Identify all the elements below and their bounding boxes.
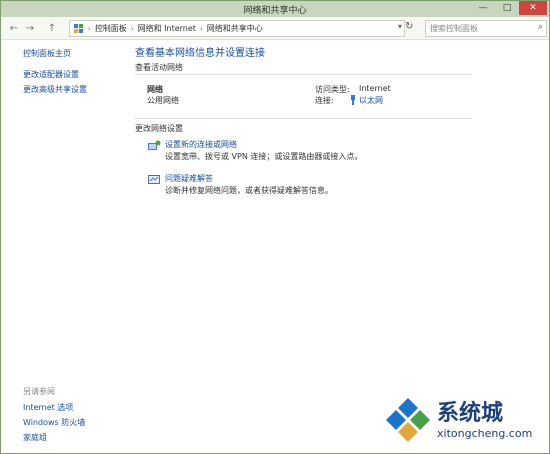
ethernet-link[interactable]: 以太网 bbox=[359, 95, 383, 106]
window-title: 网络和共享中心 bbox=[243, 6, 307, 16]
control-panel-icon bbox=[74, 23, 83, 33]
search-input[interactable]: 搜索控制面板 ⌕ bbox=[425, 20, 547, 37]
network-sharing-window: 网络和共享中心 — □ ✕ ← → ↑ › 控制面板 › 网络和 Interne… bbox=[0, 0, 550, 454]
maximize-button[interactable]: □ bbox=[495, 1, 519, 15]
sidebar-link-advanced-sharing[interactable]: 更改高级共享设置 bbox=[23, 84, 87, 95]
troubleshoot-icon bbox=[148, 175, 160, 184]
setup-connection-desc: 设置宽带、拨号或 VPN 连接；或设置路由器或接入点。 bbox=[165, 152, 363, 161]
watermark-url: xitongcheng.com bbox=[437, 427, 533, 440]
search-icon[interactable]: ⌕ bbox=[538, 22, 543, 32]
search-placeholder: 搜索控制面板 bbox=[430, 24, 478, 33]
divider bbox=[135, 74, 471, 75]
troubleshoot-link[interactable]: 问题疑难解答 bbox=[165, 173, 213, 184]
troubleshoot-desc: 诊断并修复网络问题，或者获得疑难解答信息。 bbox=[165, 186, 333, 195]
sidebar-link-adapter[interactable]: 更改适配器设置 bbox=[23, 69, 79, 80]
see-also-firewall[interactable]: Windows 防火墙 bbox=[23, 417, 85, 428]
network-type[interactable]: 公用网络 bbox=[147, 95, 179, 106]
sidebar-link-home[interactable]: 控制面板主页 bbox=[23, 48, 71, 59]
title-bar: 网络和共享中心 — □ ✕ bbox=[1, 1, 549, 17]
watermark-brand: 系统城 bbox=[437, 401, 504, 426]
setup-connection-link[interactable]: 设置新的连接或网络 bbox=[165, 139, 237, 150]
up-button[interactable]: ↑ bbox=[45, 21, 59, 35]
close-button[interactable]: ✕ bbox=[519, 1, 547, 15]
minimize-button[interactable]: — bbox=[471, 1, 495, 15]
divider bbox=[135, 118, 471, 119]
address-toolbar: ← → ↑ › 控制面板 › 网络和 Internet › 网络和共享中心 ▾ … bbox=[1, 17, 549, 40]
see-also-internet-options[interactable]: Internet 选项 bbox=[23, 402, 73, 413]
access-type-value: Internet bbox=[359, 84, 391, 93]
connections-label: 连接: bbox=[315, 96, 334, 105]
breadcrumb-network-internet[interactable]: 网络和 Internet bbox=[138, 23, 196, 34]
breadcrumb-control-panel[interactable]: 控制面板 bbox=[95, 23, 127, 34]
watermark-logo: 系统城 xitongcheng.com bbox=[385, 395, 545, 447]
network-name: 网络 bbox=[147, 85, 163, 94]
see-also-homegroup[interactable]: 家庭组 bbox=[23, 432, 47, 443]
change-settings-label: 更改网络设置 bbox=[135, 124, 183, 133]
address-bar[interactable]: › 控制面板 › 网络和 Internet › 网络和共享中心 ▾ bbox=[69, 20, 405, 37]
breadcrumb-network-sharing[interactable]: 网络和共享中心 bbox=[207, 23, 263, 34]
watermark-emblem bbox=[386, 398, 430, 442]
ethernet-icon bbox=[351, 95, 355, 105]
back-button[interactable]: ← bbox=[7, 21, 21, 35]
main-content: 查看基本网络信息并设置连接 查看活动网络 网络 公用网络 访问类型: Inter… bbox=[119, 40, 549, 453]
forward-button[interactable]: → bbox=[23, 21, 37, 35]
active-networks-label: 查看活动网络 bbox=[135, 63, 183, 72]
setup-connection-icon bbox=[148, 140, 161, 150]
page-title: 查看基本网络信息并设置连接 bbox=[135, 48, 265, 59]
access-type-label: 访问类型: bbox=[315, 85, 350, 94]
see-also-title: 另请参阅 bbox=[23, 387, 55, 396]
address-dropdown-icon[interactable]: ▾ bbox=[398, 22, 402, 31]
sidebar: 控制面板主页 更改适配器设置 更改高级共享设置 另请参阅 Internet 选项… bbox=[1, 40, 119, 453]
refresh-icon[interactable]: ↻ bbox=[405, 21, 419, 35]
